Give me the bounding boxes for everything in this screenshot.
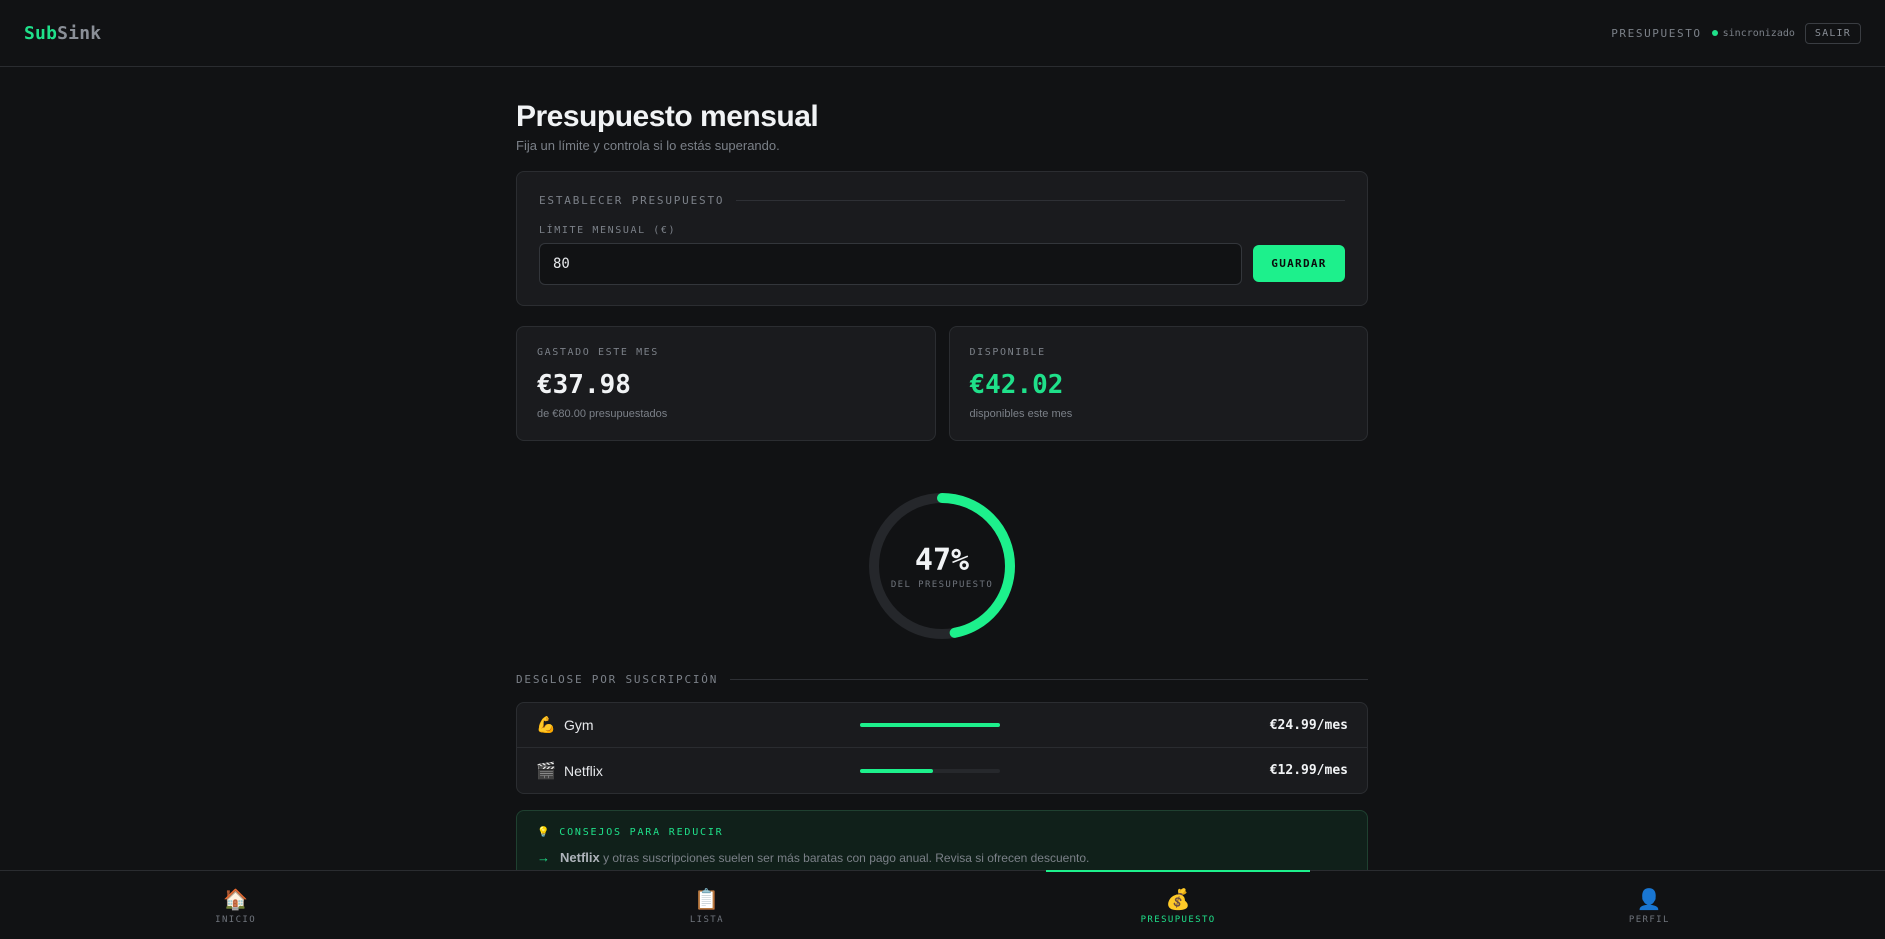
progress-ring-label: 47% DEL PRESUPUESTO <box>865 489 1019 643</box>
spent-subtext: de €80.00 presupuestados <box>537 408 668 420</box>
tip-body: y otras suscripciones suelen ser más bar… <box>599 851 1090 865</box>
budget-form-title: ESTABLECER PRESUPUESTO <box>539 194 725 207</box>
subscription-price: €24.99/mes <box>1269 717 1348 733</box>
nav-label: INICIO <box>215 915 257 925</box>
clipboard-icon: 📋 <box>694 889 720 911</box>
available-value: €42.02 <box>969 370 1064 400</box>
subscription-share-bar <box>860 768 1000 773</box>
nav-item-perfil[interactable]: 👤 PERFIL <box>1414 871 1885 939</box>
nav-label: PRESUPUESTO <box>1140 915 1216 925</box>
list-item[interactable]: 💪 Gym €24.99/mes <box>517 703 1367 748</box>
budget-limit-label: LÍMITE MENSUAL (€) <box>539 225 677 236</box>
breakdown-title: DESGLOSE POR SUSCRIPCIÓN <box>516 673 719 686</box>
budget-form-card: ESTABLECER PRESUPUESTO LÍMITE MENSUAL (€… <box>516 171 1368 306</box>
nav-item-inicio[interactable]: 🏠 INICIO <box>0 871 471 939</box>
tips-title: CONSEJOS PARA REDUCIR <box>559 827 724 838</box>
progress-caption: DEL PRESUPUESTO <box>890 579 994 590</box>
nav-label: LISTA <box>689 915 724 925</box>
nav-label: PERFIL <box>1628 915 1670 925</box>
spent-value: €37.98 <box>537 370 631 400</box>
subscription-price: €12.99/mes <box>1269 763 1348 778</box>
app-logo[interactable]: SubSink <box>24 23 101 44</box>
tip-text: Netflix y otras suscripciones suelen ser… <box>560 850 1089 865</box>
available-subtext: disponibles este mes <box>969 408 1073 420</box>
stats-row: GASTADO ESTE MES €37.98 de €80.00 presup… <box>516 326 1368 441</box>
sync-dot-icon <box>1711 30 1718 36</box>
budget-field-row: 80 GUARDAR <box>539 243 1345 285</box>
arrow-right-icon: → <box>537 850 550 865</box>
available-stat-card: DISPONIBLE €42.02 disponibles este mes <box>948 326 1368 441</box>
subscription-name: Gym <box>564 717 594 733</box>
subscription-share-bar <box>860 723 1000 727</box>
sync-status: sincronizado <box>1711 27 1795 39</box>
progress-percent: 47% <box>914 542 970 578</box>
current-section-label: PRESUPUESTO <box>1611 26 1702 40</box>
clapper-board-icon: 🎬 <box>536 762 556 780</box>
logout-button[interactable]: SALIR <box>1804 22 1861 44</box>
save-budget-button[interactable]: GUARDAR <box>1253 245 1345 282</box>
subscription-name: Netflix <box>564 762 603 779</box>
header-actions: PRESUPUESTO sincronizado SALIR <box>1611 22 1861 44</box>
logo-part-sub: Sub <box>24 22 58 44</box>
house-icon: 🏠 <box>223 889 249 911</box>
tip-item: → Netflix y otras suscripciones suelen s… <box>537 850 1347 865</box>
money-bag-icon: 💰 <box>1165 889 1191 911</box>
subscription-share-fill <box>860 768 933 773</box>
page-title: Presupuesto mensual <box>516 100 819 133</box>
bottom-nav: 🏠 INICIO 📋 LISTA 💰 PRESUPUESTO 👤 PERFIL <box>0 870 1885 939</box>
divider <box>730 679 1368 680</box>
nav-item-presupuesto[interactable]: 💰 PRESUPUESTO <box>943 871 1414 939</box>
budget-progress-ring: 47% DEL PRESUPUESTO <box>865 489 1019 643</box>
breakdown-header: DESGLOSE POR SUSCRIPCIÓN <box>516 673 1368 686</box>
tip-highlight: Netflix <box>560 850 600 865</box>
tips-header: 💡 CONSEJOS PARA REDUCIR <box>537 827 1347 838</box>
main-content: Presupuesto mensual Fija un límite y con… <box>516 67 1368 890</box>
user-icon: 👤 <box>1636 889 1662 911</box>
top-bar: SubSink PRESUPUESTO sincronizado SALIR <box>0 0 1885 67</box>
list-item[interactable]: 🎬 Netflix €12.99/mes <box>517 748 1367 793</box>
breakdown-list: 💪 Gym €24.99/mes 🎬 Netflix €12.99/mes <box>516 702 1368 794</box>
sync-status-text: sincronizado <box>1722 27 1795 39</box>
spent-stat-card: GASTADO ESTE MES €37.98 de €80.00 presup… <box>516 326 936 441</box>
spent-label: GASTADO ESTE MES <box>537 347 659 358</box>
divider <box>736 200 1345 201</box>
flexed-biceps-icon: 💪 <box>536 717 556 734</box>
lightbulb-icon: 💡 <box>537 827 552 838</box>
nav-item-lista[interactable]: 📋 LISTA <box>471 871 942 939</box>
page-subtitle: Fija un límite y controla si lo estás su… <box>516 138 780 153</box>
budget-form-header: ESTABLECER PRESUPUESTO <box>539 194 1345 207</box>
budget-limit-input[interactable]: 80 <box>539 243 1242 285</box>
available-label: DISPONIBLE <box>969 347 1046 358</box>
logo-part-sink: Sink <box>57 22 102 44</box>
subscription-share-fill <box>860 723 1000 727</box>
